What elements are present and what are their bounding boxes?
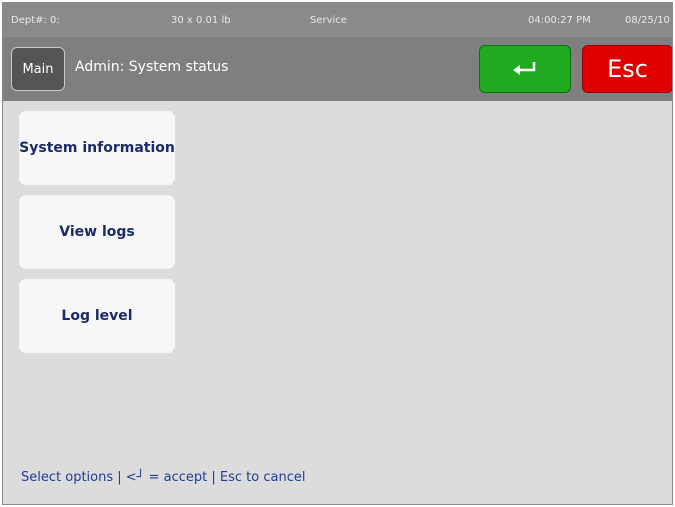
enter-arrow-icon	[513, 62, 536, 75]
status-bar: Dept#: 0: 30 x 0.01 lb Service 04:00:27 …	[3, 3, 672, 37]
page-title: Admin: System status	[75, 59, 229, 75]
esc-button[interactable]: Esc	[582, 45, 672, 93]
weight-label: 30 x 0.01 lb	[171, 15, 231, 26]
accept-button[interactable]	[479, 45, 571, 93]
date-label: 08/25/10	[625, 15, 670, 26]
view-logs-button[interactable]: View logs	[19, 195, 175, 269]
help-text: Select options | <┘ = accept | Esc to ca…	[21, 470, 306, 485]
system-information-button[interactable]: System information	[19, 111, 175, 185]
time-label: 04:00:27 PM	[528, 15, 591, 26]
log-level-button[interactable]: Log level	[19, 279, 175, 353]
screen-frame: Dept#: 0: 30 x 0.01 lb Service 04:00:27 …	[2, 2, 673, 505]
dept-label: Dept#: 0:	[11, 15, 60, 26]
main-button[interactable]: Main	[11, 47, 65, 91]
mode-label: Service	[310, 15, 347, 26]
title-bar: Main Admin: System status Esc	[3, 37, 672, 101]
